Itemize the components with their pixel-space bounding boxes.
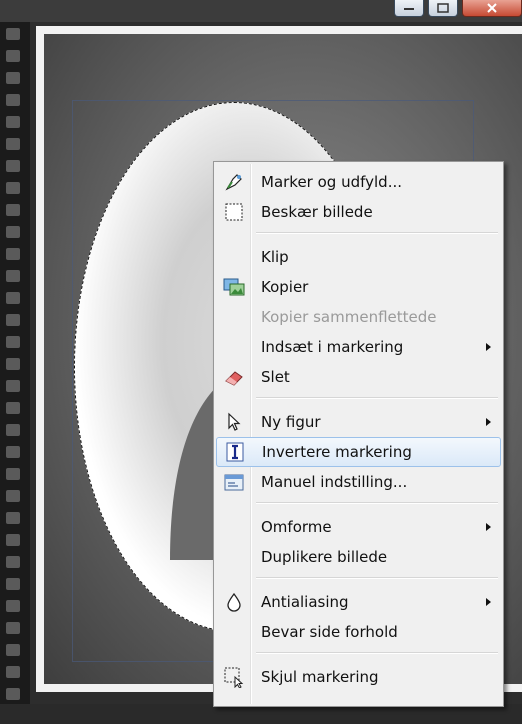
menu-item-label: Omforme xyxy=(261,518,332,536)
context-menu: Marker og udfyld... Beskær billede Klip Kop… xyxy=(213,161,504,707)
hide-selection-icon xyxy=(223,666,245,689)
menu-item-skjul-markering[interactable]: Skjul markering xyxy=(216,662,501,692)
menu-item-label: Bevar side forhold xyxy=(261,623,398,641)
crop-icon xyxy=(223,201,245,223)
droplet-icon xyxy=(223,591,245,613)
menu-item-label: Beskær billede xyxy=(261,203,373,221)
film-perforation xyxy=(6,468,20,480)
menu-item-slet[interactable]: Slet xyxy=(216,362,501,392)
submenu-arrow-icon xyxy=(486,343,491,351)
film-perforation xyxy=(6,182,20,194)
film-perforation xyxy=(6,248,20,260)
submenu-arrow-icon xyxy=(486,523,491,531)
film-perforation xyxy=(6,116,20,128)
menu-item-label: Manuel indstilling... xyxy=(261,473,408,491)
menu-item-kopier[interactable]: Kopier xyxy=(216,272,501,302)
film-perforation xyxy=(6,358,20,370)
status-strip xyxy=(0,704,522,724)
menu-item-label: Kopier sammenflettede xyxy=(261,308,437,326)
menu-item-label: Duplikere billede xyxy=(261,548,388,566)
menu-item-label: Kopier xyxy=(261,278,309,296)
menu-item-kopier-sammenflettede: Kopier sammenflettede xyxy=(216,302,501,332)
menu-item-indsæt-i-markering[interactable]: Indsæt i markering xyxy=(216,332,501,362)
menu-separator xyxy=(256,652,498,654)
maximize-icon xyxy=(437,3,449,13)
menu-item-label: Skjul markering xyxy=(261,668,379,686)
menu-separator xyxy=(256,397,498,399)
film-perforation xyxy=(6,138,20,150)
film-perforation xyxy=(6,534,20,546)
film-perforation xyxy=(6,270,20,282)
film-perforation xyxy=(6,424,20,436)
menu-separator xyxy=(256,502,498,504)
menu-item-beskær-billede[interactable]: Beskær billede xyxy=(216,197,501,227)
film-perforation xyxy=(6,600,20,612)
film-perforation xyxy=(6,688,20,700)
minimize-icon xyxy=(404,8,414,10)
submenu-arrow-icon xyxy=(486,418,491,426)
menu-separator xyxy=(256,232,498,234)
invert-selection-icon xyxy=(224,441,246,463)
film-perforation xyxy=(6,314,20,326)
menu-item-label: Antialiasing xyxy=(261,593,349,611)
film-perforation xyxy=(6,50,20,62)
manual-settings-icon xyxy=(223,471,245,493)
film-perforation xyxy=(6,72,20,84)
film-perforation xyxy=(6,204,20,216)
film-perforation xyxy=(6,336,20,348)
menu-item-label: Slet xyxy=(261,368,290,386)
film-strip xyxy=(0,22,30,704)
eraser-icon xyxy=(223,366,245,388)
window-titlebar xyxy=(0,0,522,22)
menu-item-label: Marker og udfyld... xyxy=(261,173,402,191)
menu-item-ny-figur[interactable]: Ny figur xyxy=(216,407,501,437)
film-perforation xyxy=(6,160,20,172)
film-perforation xyxy=(6,512,20,524)
menu-item-marker-og-udfyld[interactable]: Marker og udfyld... xyxy=(216,167,501,197)
pointer-shape-icon xyxy=(223,411,245,433)
film-perforation xyxy=(6,94,20,106)
film-perforation xyxy=(6,292,20,304)
minimize-button[interactable] xyxy=(394,0,424,17)
film-perforation xyxy=(6,380,20,392)
menu-item-klip[interactable]: Klip xyxy=(216,242,501,272)
film-perforation xyxy=(6,578,20,590)
film-perforation xyxy=(6,622,20,634)
film-perforation xyxy=(6,28,20,40)
menu-item-bevar-side-forhold[interactable]: Bevar side forhold xyxy=(216,617,501,647)
film-perforation xyxy=(6,446,20,458)
film-perforation xyxy=(6,226,20,238)
film-perforation xyxy=(6,556,20,568)
menu-item-label: Klip xyxy=(261,248,289,266)
maximize-button[interactable] xyxy=(428,0,458,17)
film-perforation xyxy=(6,490,20,502)
copy-image-icon xyxy=(223,276,245,298)
close-icon xyxy=(487,3,497,13)
menu-item-manuel-indstilling[interactable]: Manuel indstilling... xyxy=(216,467,501,497)
menu-item-label: Ny figur xyxy=(261,413,321,431)
film-perforation xyxy=(6,644,20,656)
submenu-arrow-icon xyxy=(486,598,491,606)
film-perforation xyxy=(6,402,20,414)
menu-item-duplikere-billede[interactable]: Duplikere billede xyxy=(216,542,501,572)
menu-separator xyxy=(256,577,498,579)
marker-fill-icon xyxy=(223,171,245,193)
menu-item-antialiasing[interactable]: Antialiasing xyxy=(216,587,501,617)
menu-item-label: Indsæt i markering xyxy=(261,338,404,356)
close-button[interactable] xyxy=(462,0,522,17)
menu-item-label: Invertere markering xyxy=(262,443,412,461)
menu-item-omforme[interactable]: Omforme xyxy=(216,512,501,542)
film-perforation xyxy=(6,666,20,678)
menu-item-invertere-markering[interactable]: Invertere markering xyxy=(216,437,501,467)
